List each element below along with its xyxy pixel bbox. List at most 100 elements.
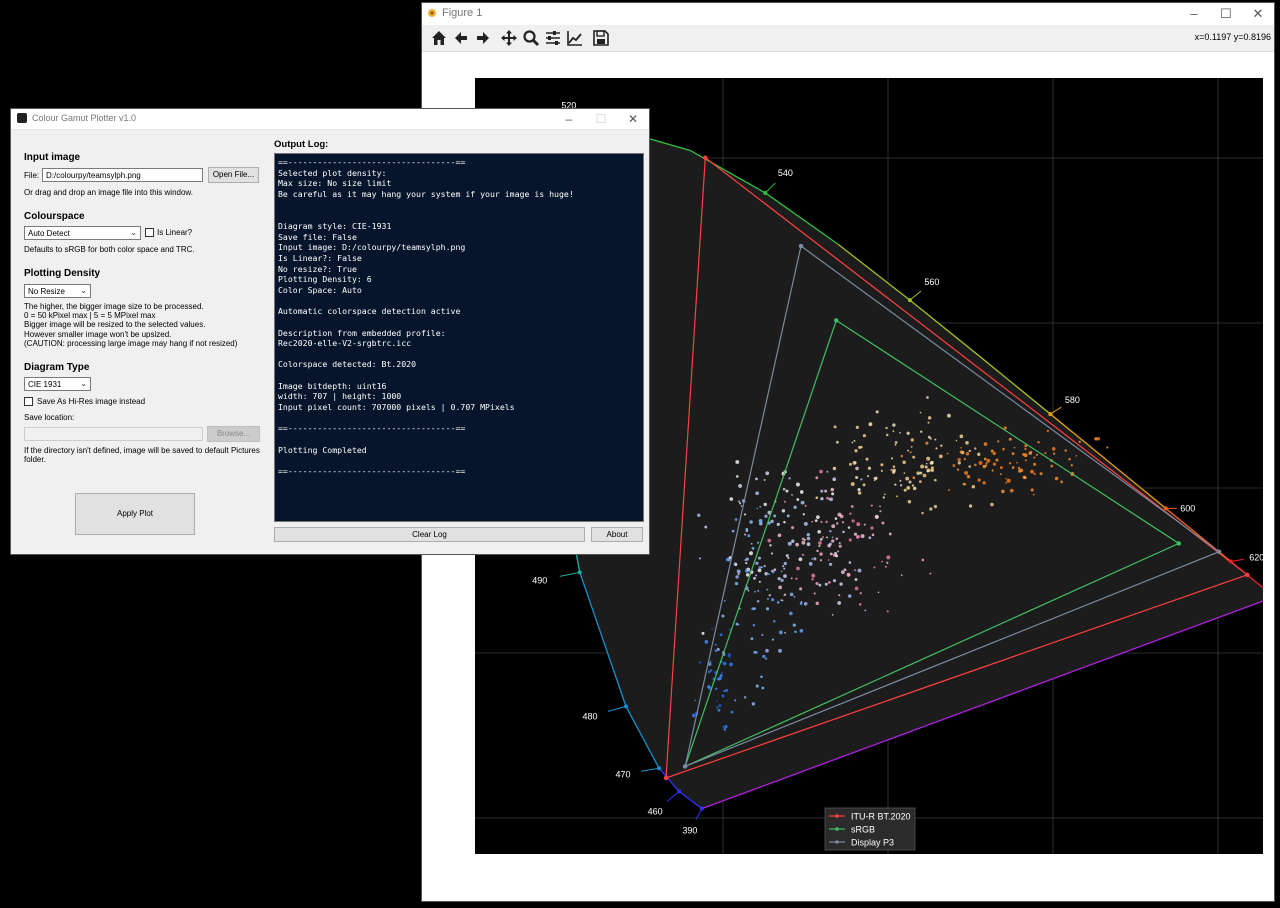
pixel-dot <box>977 452 981 456</box>
pixel-dot <box>841 570 845 575</box>
zoom-icon[interactable] <box>520 27 542 49</box>
home-icon[interactable] <box>428 27 450 49</box>
pixel-dot <box>907 449 910 452</box>
file-label: File: <box>24 171 40 180</box>
save-location-input[interactable] <box>24 427 203 441</box>
save-icon[interactable] <box>590 27 612 49</box>
pixel-dot <box>858 603 862 606</box>
pixel-dot <box>711 628 714 630</box>
pixel-dot <box>1030 450 1033 453</box>
pixel-dot <box>881 521 885 525</box>
pixel-dot <box>992 462 997 466</box>
pixel-dot <box>1039 472 1043 476</box>
pixel-dot <box>894 443 897 446</box>
pixel-dot <box>881 560 883 563</box>
pixel-dot <box>707 670 711 674</box>
pixel-dot <box>857 491 862 495</box>
pixel-dot <box>766 588 769 591</box>
back-icon[interactable] <box>450 27 472 49</box>
maximize-button[interactable]: ☐ <box>1210 3 1242 25</box>
wavelength-label-580: 580 <box>1065 395 1080 405</box>
pixel-dot <box>903 472 906 474</box>
pixel-dot <box>795 482 800 487</box>
pixel-dot <box>750 542 753 545</box>
pixel-dot <box>940 444 943 447</box>
pixel-dot <box>796 498 800 501</box>
pixel-dot <box>971 485 976 489</box>
density-hint-3: Bigger image will be resized to the sele… <box>24 320 206 329</box>
pixel-dot <box>836 522 839 525</box>
configure-icon[interactable] <box>542 27 564 49</box>
clear-log-button[interactable]: Clear Log <box>274 527 585 542</box>
pixel-dot <box>816 549 819 553</box>
pixel-dot <box>716 647 720 651</box>
pixel-dot <box>902 460 906 465</box>
pixel-dot <box>704 525 708 529</box>
pixel-dot <box>1011 466 1015 469</box>
pixel-dot <box>814 519 818 523</box>
pixel-dot <box>832 466 837 471</box>
pixel-dot <box>819 538 823 541</box>
pixel-dot <box>745 568 749 573</box>
pixel-dot <box>782 565 785 568</box>
plotting-density-select[interactable]: No Resize ⌄ <box>24 284 91 298</box>
app-maximize-button[interactable]: ☐ <box>585 109 617 129</box>
pixel-dot <box>1005 481 1008 484</box>
colourspace-hint: Defaults to sRGB for both color space an… <box>24 245 195 254</box>
pixel-dot <box>978 460 983 465</box>
wavelength-marker-560 <box>907 298 912 303</box>
file-path-input[interactable]: D:/colourpy/teamsylph.png <box>42 168 203 182</box>
pixel-dot <box>734 518 738 521</box>
legend-marker-1 <box>835 827 839 831</box>
pixel-dot <box>1001 489 1005 494</box>
pixel-dot <box>842 530 845 534</box>
pixel-dot <box>770 552 774 555</box>
about-button[interactable]: About <box>591 527 643 542</box>
pixel-dot <box>806 542 811 547</box>
pixel-dot <box>755 491 759 496</box>
apply-plot-button[interactable]: Apply Plot <box>75 493 195 535</box>
browse-button[interactable]: Browse... <box>207 426 260 442</box>
pixel-dot <box>801 540 806 545</box>
pixel-dot <box>801 553 805 557</box>
pixel-dot <box>764 657 768 660</box>
pixel-dot <box>694 699 697 702</box>
minimize-button[interactable]: – <box>1178 3 1210 25</box>
edit-axis-icon[interactable] <box>564 27 586 49</box>
pixel-dot <box>947 413 951 418</box>
pixel-dot <box>780 570 783 573</box>
pixel-dot <box>832 553 837 557</box>
diagram-type-select[interactable]: CIE 1931 ⌄ <box>24 377 91 391</box>
is-linear-checkbox[interactable] <box>145 228 154 237</box>
output-log[interactable]: ==----------------------------------== S… <box>274 153 644 522</box>
pixel-dot <box>831 536 834 539</box>
pixel-dot <box>795 542 799 547</box>
pixel-dot <box>906 431 910 435</box>
pixel-dot <box>745 557 749 561</box>
pixel-dot <box>946 452 949 455</box>
pixel-dot <box>875 410 879 414</box>
open-file-button[interactable]: Open File... <box>208 167 259 183</box>
pixel-dot <box>966 474 971 479</box>
pixel-dot <box>1033 462 1037 466</box>
pixel-dot <box>890 457 894 460</box>
forward-icon[interactable] <box>472 27 494 49</box>
pan-icon[interactable] <box>498 27 520 49</box>
pixel-dot <box>788 477 791 480</box>
pixel-dot <box>930 460 934 465</box>
pixel-dot <box>789 592 794 597</box>
pixel-dot <box>806 536 811 541</box>
app-minimize-button[interactable]: – <box>553 109 585 129</box>
app-close-button[interactable]: ✕ <box>617 109 649 129</box>
pixel-dot <box>925 462 928 465</box>
pixel-dot <box>990 502 994 507</box>
pixel-dot <box>756 541 760 544</box>
close-button[interactable]: ✕ <box>1242 3 1274 25</box>
pixel-dot <box>995 458 999 462</box>
hires-checkbox[interactable] <box>24 397 33 406</box>
colourspace-select[interactable]: Auto Detect ⌄ <box>24 226 141 240</box>
pixel-dot <box>853 439 856 442</box>
pixel-dot <box>721 671 723 674</box>
pixel-dot <box>698 661 702 664</box>
pixel-dot <box>919 471 923 475</box>
